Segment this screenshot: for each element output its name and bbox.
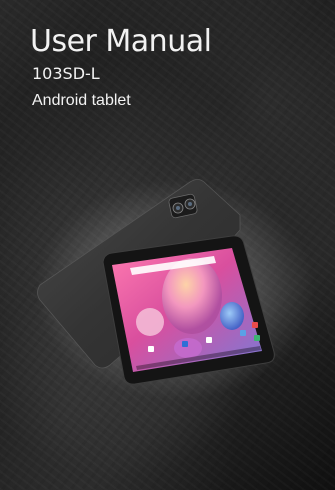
- app-icon: [148, 346, 154, 352]
- tablet-illustration: [35, 179, 315, 400]
- app-icon: [254, 335, 260, 341]
- app-icon: [206, 337, 212, 343]
- manual-cover: User Manual 103SD-L Android tablet: [0, 0, 335, 490]
- app-icon: [182, 341, 188, 347]
- app-icon: [252, 322, 258, 328]
- app-icon: [240, 330, 246, 336]
